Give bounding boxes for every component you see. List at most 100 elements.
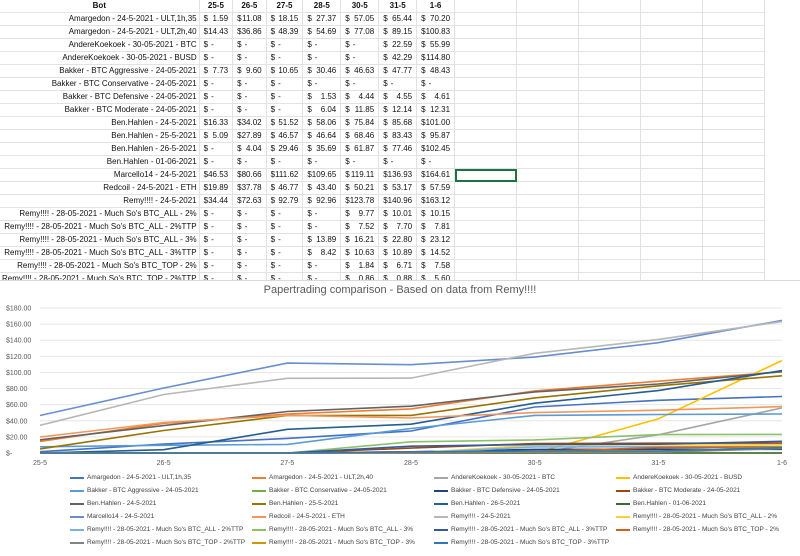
empty-cell[interactable] <box>516 77 580 91</box>
value-cell[interactable]: $ - <box>199 207 234 221</box>
value-cell[interactable]: $ - <box>266 233 304 247</box>
value-cell[interactable]: $163.12 <box>416 194 456 208</box>
value-cell[interactable]: $4.04 <box>232 142 267 156</box>
empty-cell[interactable] <box>454 129 518 143</box>
empty-cell[interactable] <box>516 51 580 65</box>
value-cell[interactable]: $ - <box>416 155 456 169</box>
empty-cell[interactable] <box>640 25 704 39</box>
value-cell[interactable]: $ - <box>232 103 267 117</box>
empty-cell[interactable] <box>578 116 642 130</box>
bot-name-cell[interactable]: Bakker - BTC Defensive - 24-05-2021 <box>0 90 200 104</box>
empty-cell[interactable] <box>702 142 766 156</box>
value-cell[interactable]: $12.31 <box>416 103 456 117</box>
value-cell[interactable]: $48.39 <box>266 25 304 39</box>
value-cell[interactable]: $27.37 <box>302 12 342 26</box>
empty-cell[interactable] <box>578 155 642 169</box>
empty-cell[interactable] <box>640 233 704 247</box>
value-cell[interactable]: $1.53 <box>302 90 342 104</box>
value-cell[interactable]: $11.08 <box>232 12 267 26</box>
empty-header-cell[interactable] <box>454 0 518 13</box>
bot-name-cell[interactable]: Remy!!!! - 28-05-2021 - Much So's BTC_TO… <box>0 259 200 273</box>
bot-name-cell[interactable]: Bakker - BTC Conservative - 24-05-2021 <box>0 77 200 91</box>
value-cell[interactable]: $100.83 <box>416 25 456 39</box>
value-cell[interactable]: $8.42 <box>302 246 342 260</box>
empty-cell[interactable] <box>454 38 518 52</box>
value-cell[interactable]: $114.80 <box>416 51 456 65</box>
empty-cell[interactable] <box>578 168 642 182</box>
empty-cell[interactable] <box>516 181 580 195</box>
bot-name-cell[interactable]: AndereKoekoek - 30-05-2021 - BUSD <box>0 51 200 65</box>
empty-cell[interactable] <box>702 129 766 143</box>
value-cell[interactable]: $ - <box>199 103 234 117</box>
value-cell[interactable]: $ - <box>232 90 267 104</box>
empty-cell[interactable] <box>578 246 642 260</box>
empty-cell[interactable] <box>516 272 580 280</box>
bot-name-cell[interactable]: AndereKoekoek - 30-05-2021 - BTC <box>0 38 200 52</box>
empty-cell[interactable] <box>640 259 704 273</box>
empty-cell[interactable] <box>578 129 642 143</box>
bot-name-cell[interactable]: Ben.Hahlen - 25-5-2021 <box>0 129 200 143</box>
value-cell[interactable]: $46.53 <box>199 168 234 182</box>
empty-cell[interactable] <box>578 194 642 208</box>
value-cell[interactable]: $72.63 <box>232 194 267 208</box>
value-cell[interactable]: $136.93 <box>378 168 418 182</box>
value-cell[interactable]: $30.46 <box>302 64 342 78</box>
empty-cell[interactable] <box>702 12 766 26</box>
value-cell[interactable]: $42.29 <box>378 51 418 65</box>
value-cell[interactable]: $ - <box>340 38 380 52</box>
value-cell[interactable]: $ - <box>302 51 342 65</box>
value-cell[interactable]: $9.77 <box>340 207 380 221</box>
value-cell[interactable]: $ - <box>340 155 380 169</box>
empty-cell[interactable] <box>454 142 518 156</box>
empty-cell[interactable] <box>702 90 766 104</box>
value-cell[interactable]: $77.08 <box>340 25 380 39</box>
empty-cell[interactable] <box>516 155 580 169</box>
value-cell[interactable]: $7.81 <box>416 220 456 234</box>
empty-cell[interactable] <box>516 64 580 78</box>
value-cell[interactable]: $89.15 <box>378 25 418 39</box>
empty-cell[interactable] <box>454 90 518 104</box>
empty-cell[interactable] <box>640 129 704 143</box>
value-cell[interactable]: $35.69 <box>302 142 342 156</box>
value-cell[interactable]: $11.85 <box>340 103 380 117</box>
empty-cell[interactable] <box>578 142 642 156</box>
value-cell[interactable]: $ - <box>232 51 267 65</box>
value-cell[interactable]: $109.65 <box>302 168 342 182</box>
value-cell[interactable]: $95.87 <box>416 129 456 143</box>
value-cell[interactable]: $29.46 <box>266 142 304 156</box>
empty-cell[interactable] <box>516 246 580 260</box>
value-cell[interactable]: $ - <box>232 233 267 247</box>
empty-cell[interactable] <box>516 116 580 130</box>
empty-header-cell[interactable] <box>702 0 766 13</box>
empty-cell[interactable] <box>578 51 642 65</box>
empty-cell[interactable] <box>702 155 766 169</box>
value-cell[interactable]: $ - <box>199 259 234 273</box>
value-cell[interactable]: $50.21 <box>340 181 380 195</box>
value-cell[interactable]: $43.40 <box>302 181 342 195</box>
value-cell[interactable]: $34.02 <box>232 116 267 130</box>
empty-cell[interactable] <box>702 233 766 247</box>
value-cell[interactable]: $10.15 <box>416 207 456 221</box>
empty-cell[interactable] <box>702 116 766 130</box>
empty-cell[interactable] <box>640 220 704 234</box>
value-cell[interactable]: $85.68 <box>378 116 418 130</box>
bot-name-cell[interactable]: Amargedon - 24-5-2021 - ULT,2h,40 <box>0 25 200 39</box>
value-cell[interactable]: $58.06 <box>302 116 342 130</box>
empty-cell[interactable] <box>702 246 766 260</box>
value-cell[interactable]: $ - <box>266 90 304 104</box>
value-cell[interactable]: $75.84 <box>340 116 380 130</box>
value-cell[interactable]: $5.60 <box>416 272 456 280</box>
value-cell[interactable]: $14.43 <box>199 25 234 39</box>
empty-cell[interactable] <box>516 207 580 221</box>
empty-cell[interactable] <box>516 220 580 234</box>
value-cell[interactable]: $12.14 <box>378 103 418 117</box>
value-cell[interactable]: $ - <box>378 77 418 91</box>
value-cell[interactable]: $ - <box>340 51 380 65</box>
value-cell[interactable]: $22.59 <box>378 38 418 52</box>
empty-cell[interactable] <box>702 77 766 91</box>
value-cell[interactable]: $1.59 <box>199 12 234 26</box>
value-cell[interactable]: $164.61 <box>416 168 456 182</box>
value-cell[interactable]: $ - <box>340 77 380 91</box>
value-cell[interactable]: $ - <box>232 77 267 91</box>
value-cell[interactable]: $92.79 <box>266 194 304 208</box>
